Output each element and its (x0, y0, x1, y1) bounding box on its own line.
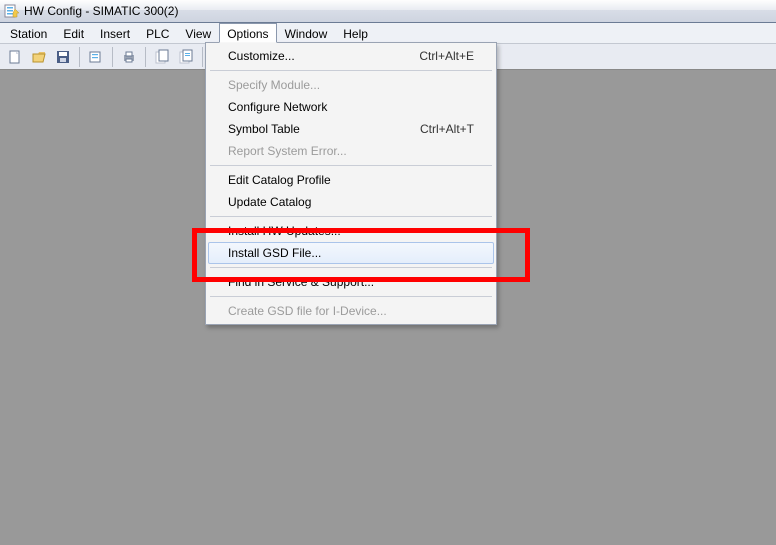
dd-symbol-table[interactable]: Symbol Table Ctrl+Alt+T (208, 118, 494, 140)
toolbar-separator (145, 47, 146, 67)
dd-accel: Ctrl+Alt+T (420, 122, 474, 136)
dropdown-separator (210, 267, 492, 268)
menu-station[interactable]: Station (2, 23, 55, 43)
dd-label: Specify Module... (228, 78, 474, 92)
menu-options[interactable]: Options (219, 23, 276, 43)
window-title: HW Config - SIMATIC 300(2) (24, 4, 178, 18)
menu-plc[interactable]: PLC (138, 23, 177, 43)
tb-save-group[interactable] (52, 46, 74, 68)
dd-create-gsd-i-device: Create GSD file for I-Device... (208, 300, 494, 322)
dd-accel: Ctrl+Alt+E (419, 49, 474, 63)
tb-open[interactable] (28, 46, 50, 68)
menu-window[interactable]: Window (277, 23, 336, 43)
toolbar-separator (202, 47, 203, 67)
dd-label: Configure Network (228, 100, 474, 114)
tb-consistency[interactable] (85, 46, 107, 68)
dd-find-service-support[interactable]: Find in Service & Support... (208, 271, 494, 293)
dd-update-catalog[interactable]: Update Catalog (208, 191, 494, 213)
dropdown-separator (210, 70, 492, 71)
dd-specify-module: Specify Module... (208, 74, 494, 96)
dd-label: Customize... (228, 49, 419, 63)
dd-edit-catalog-profile[interactable]: Edit Catalog Profile (208, 169, 494, 191)
dd-label: Find in Service & Support... (228, 275, 474, 289)
dropdown-separator (210, 296, 492, 297)
dd-label: Symbol Table (228, 122, 420, 136)
dd-install-hw-updates[interactable]: Install HW Updates... (208, 220, 494, 242)
app-icon (4, 3, 20, 19)
tb-cut[interactable] (151, 46, 173, 68)
dropdown-separator (210, 165, 492, 166)
dd-label: Edit Catalog Profile (228, 173, 474, 187)
menu-insert[interactable]: Insert (92, 23, 138, 43)
options-dropdown: Customize... Ctrl+Alt+E Specify Module..… (205, 42, 497, 325)
tb-print[interactable] (118, 46, 140, 68)
dd-customize[interactable]: Customize... Ctrl+Alt+E (208, 45, 494, 67)
title-bar: HW Config - SIMATIC 300(2) (0, 0, 776, 23)
dd-configure-network[interactable]: Configure Network (208, 96, 494, 118)
dd-label: Update Catalog (228, 195, 474, 209)
menu-bar: Station Edit Insert PLC View Options Win… (0, 23, 776, 44)
dd-label: Create GSD file for I-Device... (228, 304, 474, 318)
tb-copy[interactable] (175, 46, 197, 68)
menu-edit[interactable]: Edit (55, 23, 92, 43)
toolbar-separator (79, 47, 80, 67)
tb-new[interactable] (4, 46, 26, 68)
dropdown-separator (210, 216, 492, 217)
dd-label: Install HW Updates... (228, 224, 474, 238)
dd-label: Install GSD File... (228, 246, 474, 260)
menu-help[interactable]: Help (335, 23, 376, 43)
toolbar-separator (112, 47, 113, 67)
menu-view[interactable]: View (177, 23, 219, 43)
dd-install-gsd-file[interactable]: Install GSD File... (208, 242, 494, 264)
dd-report-system-error: Report System Error... (208, 140, 494, 162)
dd-label: Report System Error... (228, 144, 474, 158)
